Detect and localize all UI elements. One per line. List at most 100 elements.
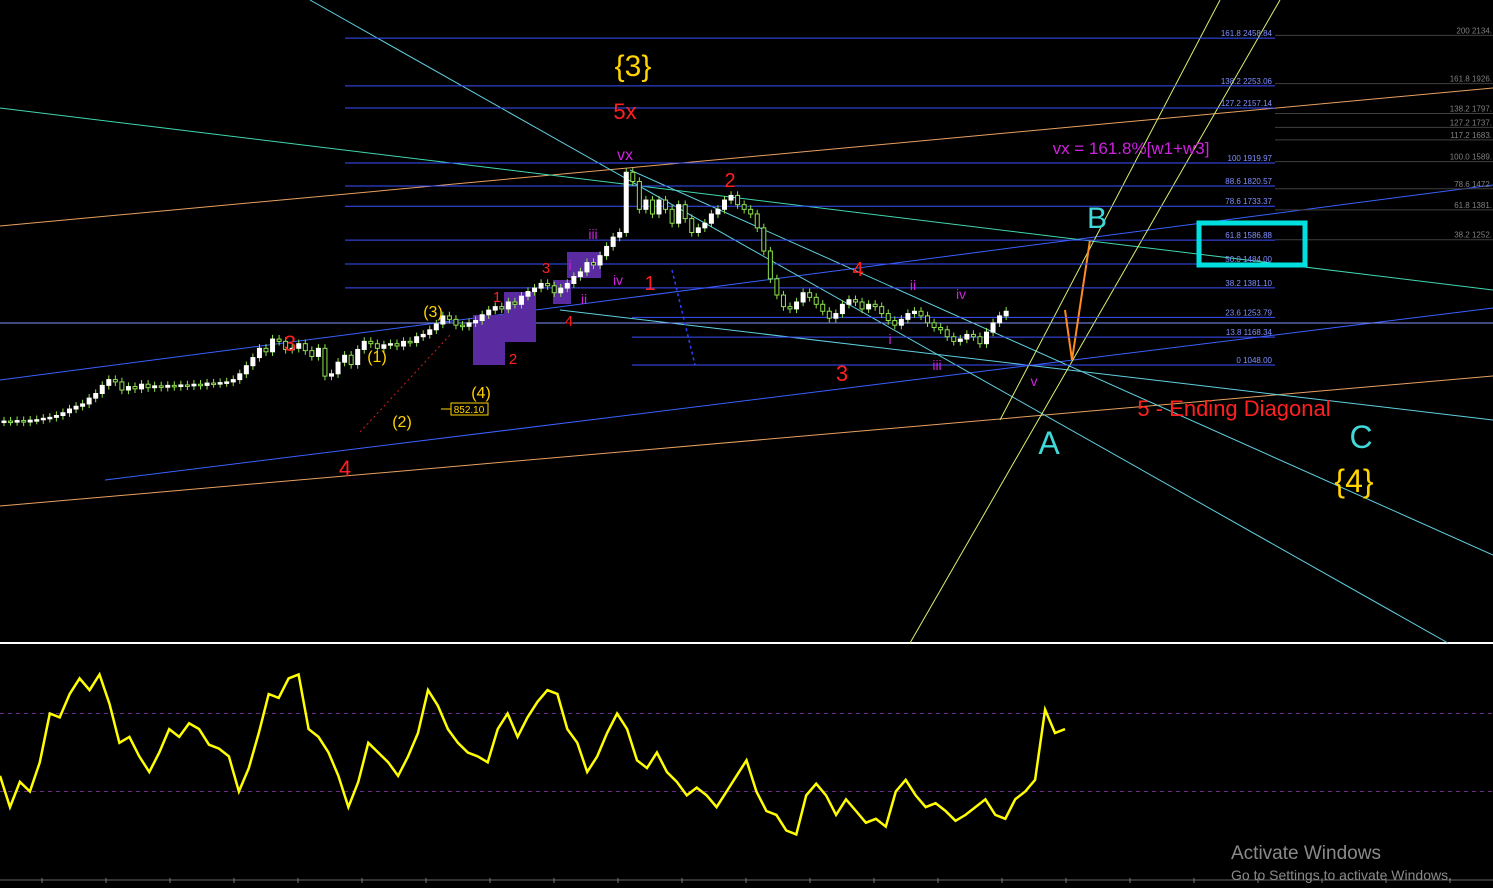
- candle-body: [577, 271, 583, 278]
- candle-body: [545, 282, 551, 287]
- candle-body: [60, 412, 66, 417]
- candle-body: [839, 303, 845, 315]
- candle-body: [538, 282, 544, 289]
- candle-body: [931, 322, 937, 328]
- candle-body: [302, 343, 308, 352]
- candle-body: [584, 262, 590, 273]
- candle-body: [14, 420, 20, 423]
- candle-body: [708, 213, 714, 224]
- candle-body: [977, 336, 983, 345]
- candle-body: [27, 419, 33, 423]
- candle-body: [853, 299, 858, 303]
- wave-label-wave-red-3-small: 3: [542, 260, 550, 277]
- candle-body: [34, 419, 40, 422]
- activate-windows-title: Activate Windows: [1231, 843, 1381, 864]
- candle-body: [846, 299, 852, 305]
- candle-body: [204, 382, 210, 386]
- candle-body: [40, 417, 46, 421]
- candle-body: [387, 343, 393, 346]
- fib-label-left-9: 23.6 1253.79: [1225, 308, 1272, 317]
- fib-label-right-5: 127.2 1737.: [1450, 118, 1492, 127]
- candle-body: [106, 379, 112, 386]
- candle-body: [401, 340, 407, 347]
- candle-body: [780, 294, 786, 308]
- chart-stage: 161.8 2458.84 138.2 2253.06 127.2 2157.14 1…: [0, 0, 1493, 883]
- trendline-8: [909, 0, 1281, 644]
- fib-label-left-5: 78.6 1733.37: [1225, 197, 1272, 206]
- candle-body: [191, 383, 197, 387]
- fib-label-right-6: 117.2 1683.: [1450, 131, 1492, 140]
- candle-body: [807, 292, 813, 298]
- candle-body: [741, 204, 747, 210]
- candle-body: [492, 306, 498, 311]
- candle-body: [591, 262, 596, 266]
- candle-body: [944, 329, 950, 338]
- candle-body: [813, 296, 819, 305]
- candle-body: [682, 204, 688, 220]
- candle-body: [263, 347, 269, 353]
- candle-body: [132, 386, 138, 390]
- wave-label-ending-diagonal: 5 - Ending Diagonal: [1137, 396, 1330, 421]
- candle-body: [604, 245, 610, 257]
- candle-body: [486, 309, 492, 316]
- wave-label-wave-red-3-left: 3: [284, 331, 296, 356]
- candle-body: [93, 392, 99, 399]
- candle-body: [139, 383, 145, 390]
- wave-labels: {3}5xvx2143341234(1)(2)(3)(4)iiiiviiiiii…: [284, 50, 1374, 499]
- trendlines: [0, 0, 1493, 881]
- candle-body: [833, 313, 839, 319]
- fib-label-left-0: 161.8 2458.84: [1221, 29, 1273, 38]
- candle-body: [649, 199, 655, 215]
- candle-body: [918, 310, 924, 317]
- candle-body: [348, 354, 354, 366]
- wave-label-wave-curly-3: {3}: [615, 50, 652, 83]
- candle-body: [152, 385, 158, 389]
- wave-label-wave-ii: ii: [910, 277, 916, 293]
- candle-body: [525, 291, 531, 297]
- candle-body: [728, 194, 734, 201]
- candle-body: [970, 333, 976, 338]
- wave-label-wave-5x: 5x: [613, 99, 636, 124]
- candle-body: [322, 347, 328, 377]
- candle-body: [315, 347, 321, 357]
- candle-body: [794, 301, 800, 310]
- candle-body: [47, 416, 53, 420]
- candle-body: [997, 315, 1003, 324]
- candle-body: [145, 383, 151, 389]
- wave-label-wave-i-top: i: [568, 257, 571, 273]
- wave-label-wave-B: B: [1087, 202, 1107, 235]
- candle-body: [224, 381, 230, 384]
- fib-label-right-2: 200 2134.: [1456, 26, 1492, 35]
- candle-body: [21, 420, 27, 423]
- candle-body: [623, 171, 629, 233]
- candle-body: [250, 357, 256, 367]
- candle-body: [394, 343, 400, 347]
- candle-body: [335, 361, 341, 375]
- wave-label-wave-red-4: 4: [852, 259, 863, 281]
- fib-label-left-10: 13.8 1168.34: [1226, 328, 1273, 337]
- fib-label-right-9: 61.8 1381.: [1454, 201, 1492, 210]
- candle-body: [879, 306, 885, 315]
- candle-body: [512, 301, 518, 305]
- fib-label-right-10: 38.2 1252.: [1454, 231, 1492, 240]
- fib-label-right-4: 138.2 1797.: [1450, 104, 1492, 113]
- trendline-9: [999, 0, 1221, 421]
- fib-label-right-3: 161.8 1926.: [1450, 75, 1492, 84]
- price-tag-label: 852.10: [454, 405, 485, 416]
- wave-label-wave-iii-top: iii: [588, 226, 597, 242]
- wave-label-vx-formula: vx = 161.8%[w1+w3]: [1053, 139, 1210, 158]
- candle-body: [178, 384, 184, 388]
- candle-body: [466, 322, 472, 327]
- candle-body: [892, 320, 898, 326]
- candle-body: [460, 324, 465, 328]
- candle-body: [211, 382, 217, 386]
- candle-body: [938, 326, 944, 331]
- candle-body: [957, 338, 963, 342]
- candle-body: [368, 340, 374, 345]
- candle-body: [73, 405, 79, 410]
- candle-body: [826, 310, 832, 319]
- wave-label-wave-iii: iii: [932, 357, 941, 373]
- candle-body: [243, 365, 249, 375]
- candle-body: [518, 295, 524, 305]
- candle-body: [617, 231, 623, 238]
